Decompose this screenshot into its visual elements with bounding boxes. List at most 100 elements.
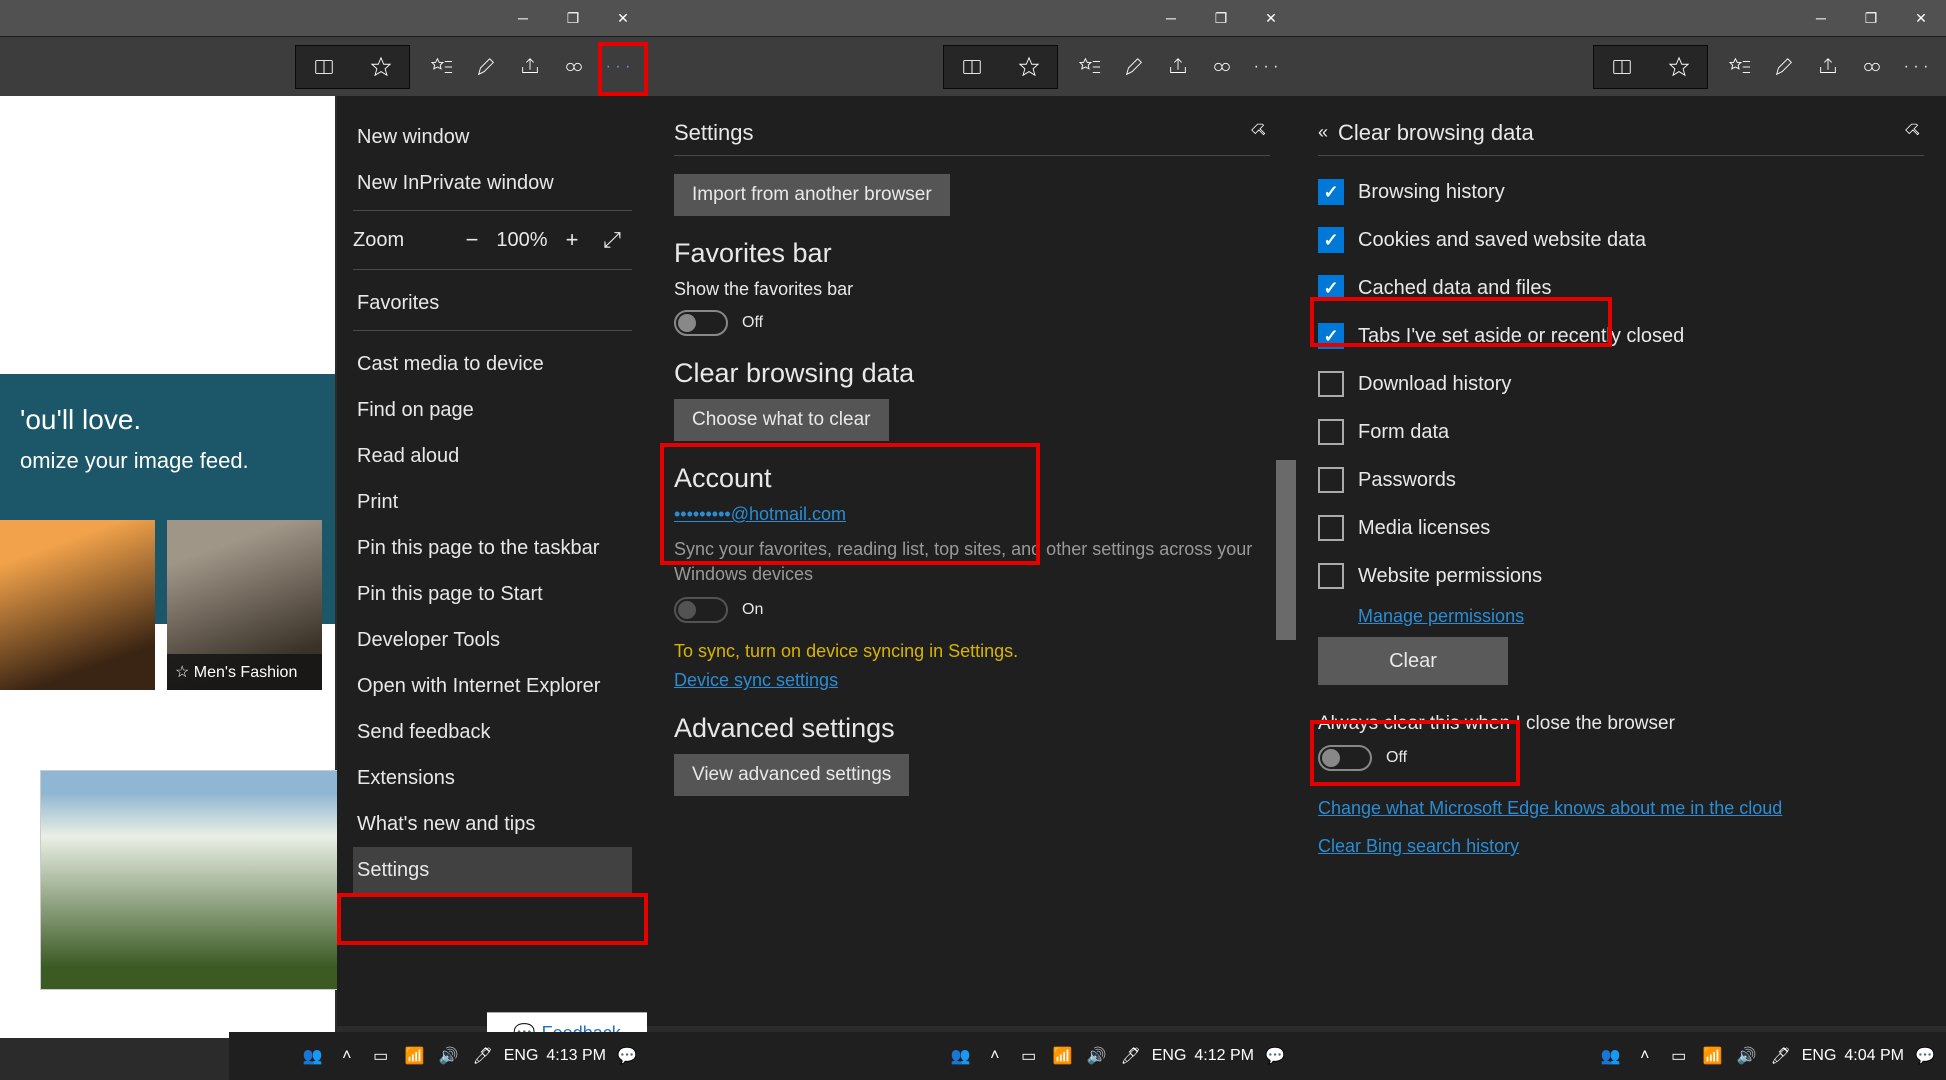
view-advanced-settings-button[interactable]: View advanced settings [674, 754, 909, 796]
favorites-list-icon[interactable] [1068, 45, 1112, 89]
close-button[interactable]: ✕ [1896, 0, 1946, 36]
fullscreen-button[interactable]: ⤢ [592, 227, 632, 253]
checkbox[interactable] [1318, 515, 1344, 541]
action-center-icon[interactable]: 💬 [614, 1043, 640, 1069]
checkbox-row-3[interactable]: Tabs I've set aside or recently closed [1318, 312, 1924, 360]
action-center-icon[interactable]: 💬 [1262, 1043, 1288, 1069]
zoom-in-button[interactable]: + [552, 227, 592, 253]
clock[interactable]: 4:12 PM [1194, 1047, 1254, 1065]
menu-send-feedback[interactable]: Send feedback [353, 709, 632, 755]
import-button[interactable]: Import from another browser [674, 174, 950, 216]
thumbnail-3[interactable] [40, 770, 340, 990]
menu-devtools[interactable]: Developer Tools [353, 617, 632, 663]
checkbox-row-2[interactable]: Cached data and files [1318, 264, 1924, 312]
more-menu-icon[interactable]: · · · [1894, 45, 1938, 89]
checkbox-row-4[interactable]: Download history [1318, 360, 1924, 408]
clock[interactable]: 4:13 PM [546, 1047, 606, 1065]
menu-settings[interactable]: Settings [353, 847, 632, 893]
checkbox-row-7[interactable]: Media licenses [1318, 504, 1924, 552]
zoom-out-button[interactable]: − [452, 227, 492, 253]
minimize-button[interactable]: ─ [1146, 0, 1196, 36]
wifi-icon[interactable]: 📶 [1050, 1043, 1076, 1069]
pen-icon[interactable]: 🖊 [1118, 1043, 1144, 1069]
clock[interactable]: 4:04 PM [1844, 1047, 1904, 1065]
favorites-bar-toggle[interactable] [674, 310, 728, 336]
favorites-list-icon[interactable] [420, 45, 464, 89]
hub-icon[interactable] [1200, 45, 1244, 89]
clear-button[interactable]: Clear [1318, 637, 1508, 685]
reading-view-icon[interactable] [302, 45, 346, 89]
back-button[interactable]: « [1318, 122, 1328, 143]
checkbox[interactable] [1318, 227, 1344, 253]
menu-read-aloud[interactable]: Read aloud [353, 433, 632, 479]
battery-icon[interactable]: ▭ [1016, 1043, 1042, 1069]
checkbox[interactable] [1318, 371, 1344, 397]
device-sync-link[interactable]: Device sync settings [674, 670, 838, 691]
favorites-list-icon[interactable] [1718, 45, 1762, 89]
manage-permissions-link[interactable]: Manage permissions [1358, 606, 1524, 627]
hub-icon[interactable] [1850, 45, 1894, 89]
choose-what-to-clear-button[interactable]: Choose what to clear [674, 399, 889, 441]
volume-icon[interactable]: 🔊 [1084, 1043, 1110, 1069]
favorite-star-icon[interactable] [359, 45, 403, 89]
maximize-button[interactable]: ❐ [1196, 0, 1246, 36]
volume-icon[interactable]: 🔊 [1734, 1043, 1760, 1069]
language-indicator[interactable]: ENG [1152, 1047, 1187, 1065]
wifi-icon[interactable]: 📶 [402, 1043, 428, 1069]
checkbox-row-5[interactable]: Form data [1318, 408, 1924, 456]
checkbox-row-1[interactable]: Cookies and saved website data [1318, 216, 1924, 264]
sync-toggle[interactable] [674, 597, 728, 623]
menu-new-inprivate[interactable]: New InPrivate window [353, 160, 632, 206]
menu-new-window[interactable]: New window [353, 114, 632, 160]
minimize-button[interactable]: ─ [1796, 0, 1846, 36]
scrollbar-thumb[interactable] [1276, 460, 1296, 640]
reading-view-icon[interactable] [950, 45, 994, 89]
checkbox-row-6[interactable]: Passwords [1318, 456, 1924, 504]
language-indicator[interactable]: ENG [1802, 1047, 1837, 1065]
menu-open-ie[interactable]: Open with Internet Explorer [353, 663, 632, 709]
people-icon[interactable]: 👥 [1598, 1043, 1624, 1069]
favorite-star-icon[interactable] [1657, 45, 1701, 89]
pin-icon[interactable] [1904, 120, 1924, 145]
checkbox[interactable] [1318, 323, 1344, 349]
menu-cast[interactable]: Cast media to device [353, 341, 632, 387]
hub-icon[interactable] [552, 45, 596, 89]
action-center-icon[interactable]: 💬 [1912, 1043, 1938, 1069]
notes-icon[interactable] [1762, 45, 1806, 89]
pen-icon[interactable]: 🖊 [1768, 1043, 1794, 1069]
minimize-button[interactable]: ─ [498, 0, 548, 36]
change-edge-knows-link[interactable]: Change what Microsoft Edge knows about m… [1318, 795, 1924, 822]
tray-up-icon[interactable]: ˄ [982, 1043, 1008, 1069]
maximize-button[interactable]: ❐ [1846, 0, 1896, 36]
menu-extensions[interactable]: Extensions [353, 755, 632, 801]
thumbnail-1[interactable] [0, 520, 155, 690]
notes-icon[interactable] [464, 45, 508, 89]
pen-icon[interactable]: 🖊 [470, 1043, 496, 1069]
wifi-icon[interactable]: 📶 [1700, 1043, 1726, 1069]
close-button[interactable]: ✕ [1246, 0, 1296, 36]
menu-pin-taskbar[interactable]: Pin this page to the taskbar [353, 525, 632, 571]
tray-up-icon[interactable]: ˄ [1632, 1043, 1658, 1069]
checkbox[interactable] [1318, 467, 1344, 493]
clear-bing-history-link[interactable]: Clear Bing search history [1318, 836, 1924, 857]
menu-whatsnew[interactable]: What's new and tips [353, 801, 632, 847]
favorite-star-icon[interactable] [1007, 45, 1051, 89]
people-icon[interactable]: 👥 [300, 1043, 326, 1069]
volume-icon[interactable]: 🔊 [436, 1043, 462, 1069]
checkbox[interactable] [1318, 179, 1344, 205]
checkbox-row-8[interactable]: Website permissions [1318, 552, 1924, 600]
checkbox[interactable] [1318, 275, 1344, 301]
more-menu-icon[interactable]: · · · [1244, 45, 1288, 89]
tray-up-icon[interactable]: ˄ [334, 1043, 360, 1069]
maximize-button[interactable]: ❐ [548, 0, 598, 36]
checkbox[interactable] [1318, 419, 1344, 445]
menu-print[interactable]: Print [353, 479, 632, 525]
account-email-link[interactable]: •••••••••@hotmail.com [674, 504, 846, 524]
more-menu-icon[interactable]: · · · [596, 45, 640, 89]
checkbox[interactable] [1318, 563, 1344, 589]
thumbnail-2[interactable]: ☆ Men's Fashion [167, 520, 322, 690]
menu-favorites[interactable]: Favorites [353, 280, 632, 326]
battery-icon[interactable]: ▭ [1666, 1043, 1692, 1069]
pin-icon[interactable] [1250, 120, 1270, 145]
close-button[interactable]: ✕ [598, 0, 648, 36]
